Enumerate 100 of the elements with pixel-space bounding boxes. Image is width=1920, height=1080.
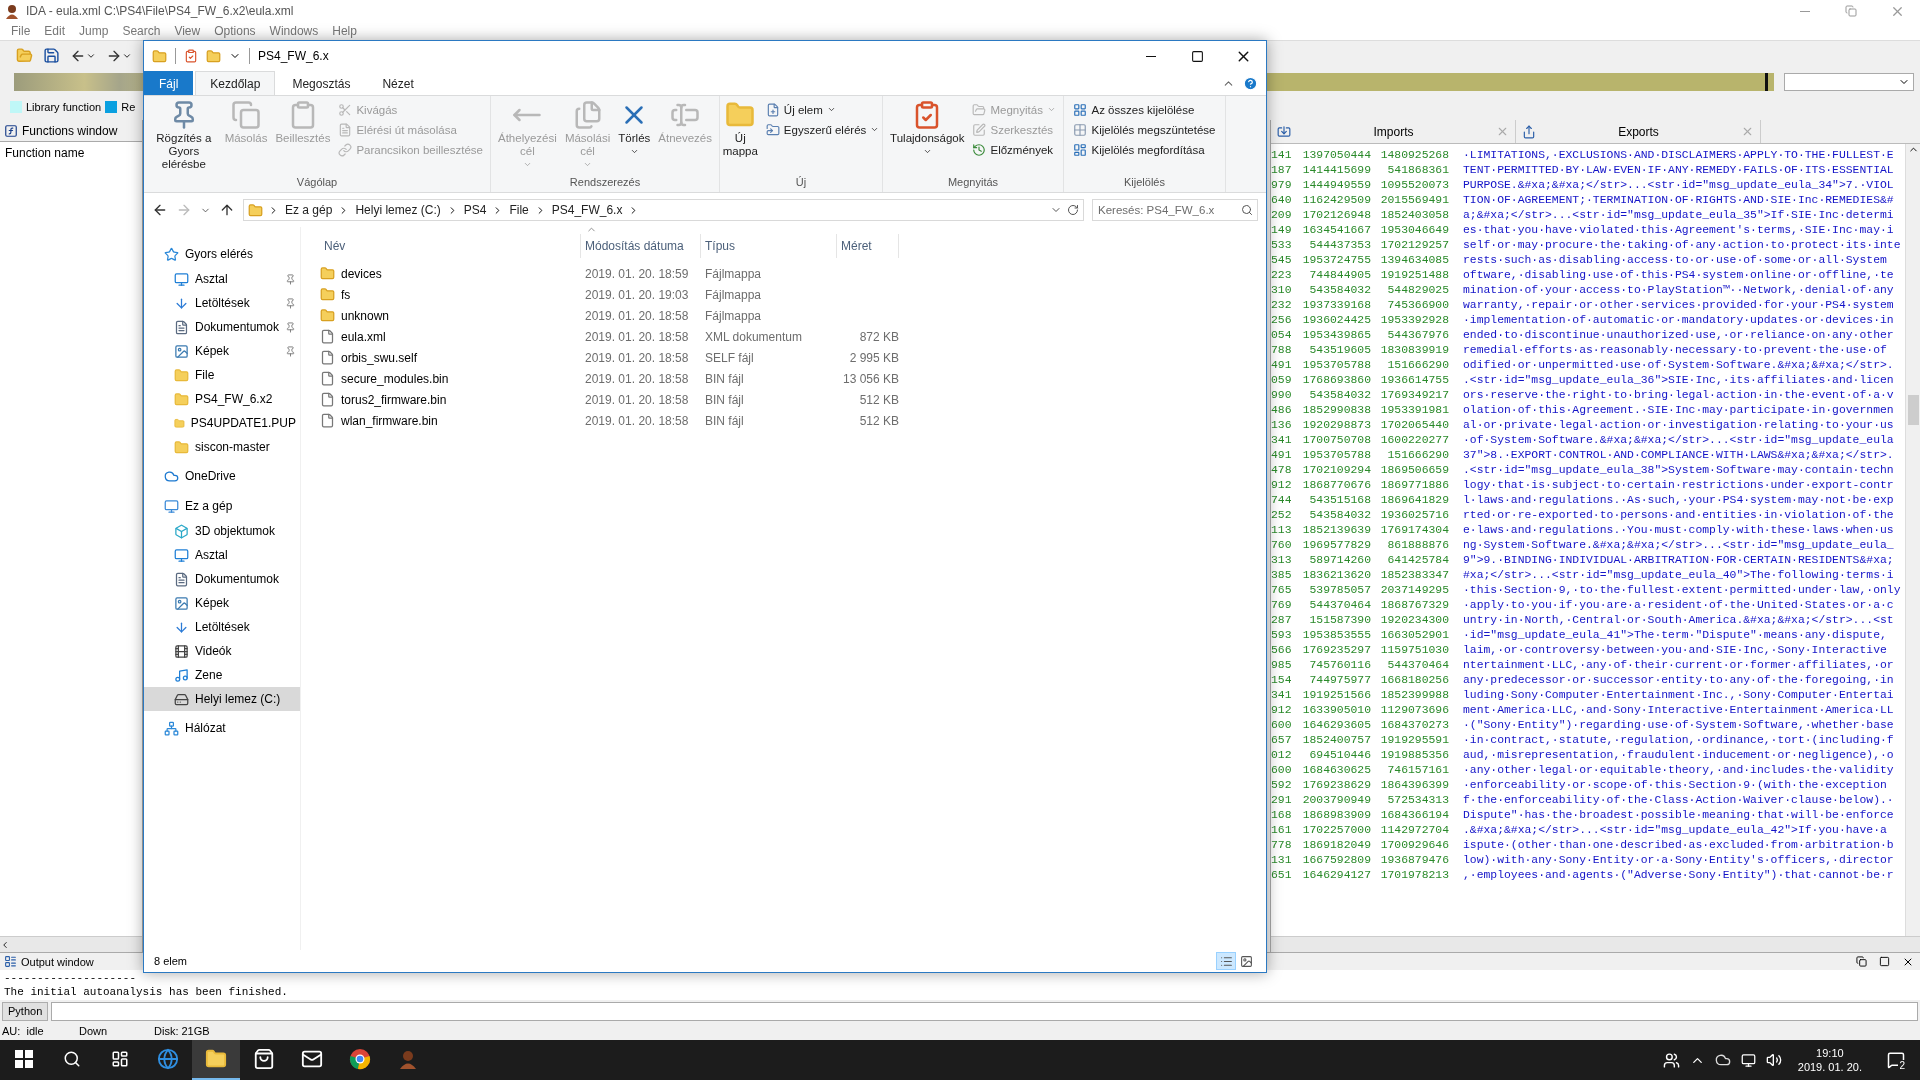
string-text: ment·America·LLC,·and·Sony·Interactive·Entertainment·America·LL [1463, 703, 1894, 718]
menu-item[interactable]: File [4, 22, 38, 40]
column-header[interactable]: Méret [837, 234, 899, 258]
hex-value: 1919295591 [1379, 733, 1449, 748]
panel-tab[interactable]: Exports [1516, 120, 1761, 143]
refresh-icon[interactable] [1067, 204, 1079, 216]
breadcrumb[interactable]: File [508, 203, 530, 217]
ribbon-tab[interactable]: Megosztás [277, 71, 366, 95]
network-icon[interactable] [1740, 1052, 1756, 1068]
scrollbar[interactable] [1905, 144, 1920, 936]
breadcrumb[interactable]: Ez a gép [284, 203, 334, 217]
nav-item[interactable]: siscon-master [144, 435, 300, 459]
nav-item[interactable]: Gyors elérés [144, 241, 300, 267]
nav-item[interactable]: Letöltések [144, 291, 300, 315]
scrollbar[interactable] [1271, 936, 1920, 952]
taskbar-app[interactable] [192, 1040, 240, 1080]
ribbon-tab[interactable]: Fájl [144, 71, 194, 95]
nav-item[interactable]: PS4UPDATE1.PUP [144, 411, 300, 435]
help-icon[interactable] [1243, 76, 1258, 91]
ribbon-button[interactable]: Az összes kijelölése [1070, 100, 1219, 119]
app-icon [397, 1048, 419, 1070]
file-name[interactable]: torus2_firmware.bin [320, 392, 581, 407]
file-name[interactable]: secure_modules.bin [320, 371, 581, 386]
hex-value: 1920298873 [1301, 418, 1371, 433]
file-name[interactable]: devices [320, 266, 581, 281]
file-name[interactable]: orbis_swu.self [320, 350, 581, 365]
ribbon-button[interactable]: Új mappa [719, 98, 761, 160]
breadcrumb[interactable]: PS4_FW_6.x [550, 203, 624, 217]
file-name[interactable]: wlan_firmware.bin [320, 413, 581, 428]
ribbon-tab[interactable]: Kezdőlap [195, 71, 276, 95]
nav-item[interactable]: Ez a gép [144, 493, 300, 519]
address-bar[interactable]: Ez a gép Helyi lemez (C:) PS4 File PS4_FW_6.x [243, 199, 1084, 221]
menu-item[interactable]: View [167, 22, 208, 40]
nav-item[interactable]: Képek [144, 339, 300, 363]
hex-value: 1953705788 [1301, 358, 1371, 373]
scrollbar[interactable] [0, 936, 142, 952]
scrollbar-thumb[interactable] [1907, 395, 1919, 425]
ribbon-button[interactable]: Rögzítés a Gyors elérésbe [148, 98, 220, 173]
nav-item[interactable]: Letöltések [144, 615, 300, 639]
breadcrumb[interactable]: PS4 [462, 203, 488, 217]
folder-icon [248, 202, 263, 218]
column-header[interactable]: Típus [701, 234, 837, 258]
string-text: luding·Sony·Computer·Entertainment·Inc.,·Sony·Computer·Entertai [1463, 688, 1894, 703]
file-name[interactable]: unknown [320, 308, 581, 323]
up-button[interactable] [219, 202, 235, 218]
nav-item[interactable]: Asztal [144, 543, 300, 567]
properties-icon[interactable] [184, 49, 198, 63]
output-line: The initial autoanalysis has been finished. [4, 985, 289, 999]
ribbon-tab[interactable]: Nézet [367, 71, 429, 95]
column-header[interactable]: Név [320, 234, 581, 258]
people-icon[interactable] [1662, 1051, 1680, 1069]
number-fragment: 232 [1271, 298, 1291, 313]
nav-item[interactable]: Hálózat [144, 715, 300, 741]
menu-item[interactable]: Search [115, 22, 168, 40]
nav-item[interactable]: Helyi lemez (C:) [144, 687, 300, 711]
nav-item[interactable]: Dokumentumok [144, 315, 300, 339]
breadcrumb[interactable]: Helyi lemez (C:) [354, 203, 442, 217]
ribbon-button[interactable]: Egyszerű elérés [762, 120, 883, 139]
nav-item[interactable]: Képek [144, 591, 300, 615]
panel-tab[interactable]: Imports [1271, 120, 1516, 143]
clock[interactable]: 19:10 2019. 01. 20. [1791, 1046, 1868, 1074]
nav-item[interactable]: Dokumentumok [144, 567, 300, 591]
string-text: ·id="msg_update_eula_41">The·term·"Dispute"·means·any·dispute, [1463, 628, 1887, 643]
menu-item[interactable]: Windows [262, 22, 326, 40]
nav-item[interactable]: Zene [144, 663, 300, 687]
file-name[interactable]: fs [320, 287, 581, 302]
nav-item[interactable]: PS4_FW_6.x2 [144, 387, 300, 411]
ribbon-button[interactable]: Előzmények [969, 140, 1059, 159]
python-button[interactable]: Python [2, 1001, 49, 1021]
nav-item[interactable]: Asztal [144, 267, 300, 291]
maximize-button[interactable] [1879, 955, 1890, 967]
menu-item[interactable]: Edit [37, 22, 73, 40]
details-view-button[interactable] [1216, 952, 1236, 970]
restore-button[interactable] [1856, 955, 1867, 967]
ribbon-button[interactable]: Tulajdonságok [887, 98, 968, 158]
nav-item[interactable]: File [144, 363, 300, 387]
ribbon-button[interactable]: Kijelölés megszüntetése [1070, 120, 1219, 139]
number-fragment: 765 [1271, 583, 1291, 598]
hex-value: 1836213620 [1301, 568, 1371, 583]
nav-item[interactable]: Videók [144, 639, 300, 663]
hex-value: 1969577829 [1301, 538, 1371, 553]
ribbon-button[interactable]: Új elem [762, 100, 883, 119]
menu-item[interactable]: Options [207, 22, 263, 40]
notification-button[interactable]: 2 [1878, 1040, 1914, 1080]
ribbon-button[interactable]: Törlés [615, 98, 654, 158]
ribbon-button[interactable]: Kijelölés megfordítása [1070, 140, 1219, 159]
nav-item[interactable]: OneDrive [144, 463, 300, 489]
cloud-icon[interactable] [1714, 1052, 1731, 1068]
back-button[interactable] [152, 202, 168, 218]
menu-item[interactable]: Help [325, 22, 364, 40]
file-name[interactable]: eula.xml [320, 329, 581, 344]
command-input[interactable] [51, 1001, 1918, 1021]
column-header[interactable]: Módosítás dátuma [581, 234, 701, 258]
save-button[interactable] [41, 45, 62, 66]
search-field[interactable]: Keresés: PS4_FW_6.x [1092, 199, 1258, 221]
panel-title: Output window [21, 955, 94, 968]
menu-item[interactable]: Jump [72, 22, 116, 40]
notification-count: 2 [1898, 1060, 1906, 1071]
volume-icon[interactable] [1765, 1052, 1782, 1068]
nav-item[interactable]: 3D objektumok [144, 519, 300, 543]
